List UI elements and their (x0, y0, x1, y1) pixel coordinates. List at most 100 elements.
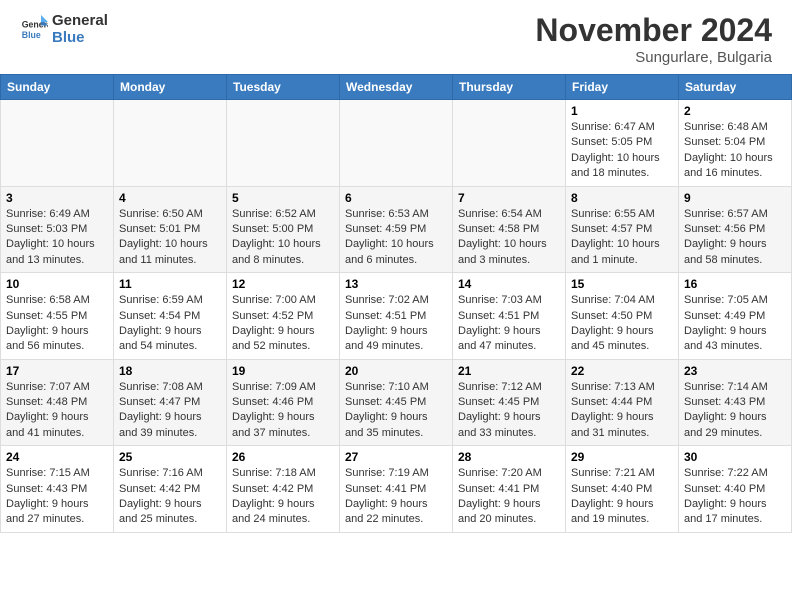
calendar-cell: 2 Sunrise: 6:48 AM Sunset: 5:04 PM Daylig… (679, 100, 792, 187)
day-info: Sunrise: 7:03 AM Sunset: 4:51 PM Dayligh… (458, 293, 560, 355)
calendar-cell: 20Sunrise: 7:10 AM Sunset: 4:45 PM Dayli… (340, 359, 453, 446)
day-number: 13 (345, 277, 447, 291)
calendar-row-0: 1 Sunrise: 6:47 AM Sunset: 5:05 PM Daylig… (1, 100, 792, 187)
day-number: 11 (119, 277, 221, 291)
calendar-cell: 1 Sunrise: 6:47 AM Sunset: 5:05 PM Daylig… (566, 100, 679, 187)
page-header: General Blue General Blue November 2024 … (0, 0, 792, 74)
day-number: 22 (571, 364, 673, 378)
calendar-cell: 5 Sunrise: 6:52 AM Sunset: 5:00 PM Daylig… (227, 186, 340, 273)
calendar-cell: 6 Sunrise: 6:53 AM Sunset: 4:59 PM Daylig… (340, 186, 453, 273)
location: Sungurlare, Bulgaria (535, 49, 772, 66)
day-info: Sunrise: 6:58 AM Sunset: 4:55 PM Dayligh… (6, 293, 108, 355)
day-number: 18 (119, 364, 221, 378)
day-info: Sunrise: 6:49 AM Sunset: 5:03 PM Dayligh… (6, 207, 108, 269)
svg-text:Blue: Blue (22, 30, 41, 40)
logo-icon: General Blue (20, 15, 48, 43)
logo: General Blue General Blue (20, 12, 108, 46)
calendar-cell: 9 Sunrise: 6:57 AM Sunset: 4:56 PM Daylig… (679, 186, 792, 273)
day-info: Sunrise: 7:22 AM Sunset: 4:40 PM Dayligh… (684, 466, 786, 528)
day-info: Sunrise: 6:47 AM Sunset: 5:05 PM Dayligh… (571, 120, 673, 182)
day-number: 2 (684, 104, 786, 118)
day-info: Sunrise: 7:08 AM Sunset: 4:47 PM Dayligh… (119, 380, 221, 442)
day-number: 8 (571, 191, 673, 205)
day-number: 5 (232, 191, 334, 205)
calendar-cell: 28 Sunrise: 7:20 AM Sunset: 4:41 PM Dayli… (453, 446, 566, 533)
day-info: Sunrise: 7:16 AM Sunset: 4:42 PM Dayligh… (119, 466, 221, 528)
weekday-header-sunday: Sunday (1, 75, 114, 100)
calendar-cell: 11 Sunrise: 6:59 AM Sunset: 4:54 PM Dayli… (114, 273, 227, 360)
day-number: 19 (232, 364, 334, 378)
calendar-cell: 26Sunrise: 7:18 AM Sunset: 4:42 PM Dayli… (227, 446, 340, 533)
month-title: November 2024 (535, 12, 772, 49)
calendar-cell: 14 Sunrise: 7:03 AM Sunset: 4:51 PM Dayli… (453, 273, 566, 360)
calendar-cell (340, 100, 453, 187)
calendar-cell: 29Sunrise: 7:21 AM Sunset: 4:40 PM Dayli… (566, 446, 679, 533)
day-number: 21 (458, 364, 560, 378)
calendar-cell (1, 100, 114, 187)
day-number: 1 (571, 104, 673, 118)
calendar-row-2: 10 Sunrise: 6:58 AM Sunset: 4:55 PM Dayli… (1, 273, 792, 360)
day-info: Sunrise: 6:53 AM Sunset: 4:59 PM Dayligh… (345, 207, 447, 269)
day-number: 30 (684, 450, 786, 464)
weekday-header-thursday: Thursday (453, 75, 566, 100)
logo-blue-text: Blue (52, 29, 108, 46)
day-number: 17 (6, 364, 108, 378)
day-info: Sunrise: 7:19 AM Sunset: 4:41 PM Dayligh… (345, 466, 447, 528)
calendar-header-row: SundayMondayTuesdayWednesdayThursdayFrid… (1, 75, 792, 100)
calendar-cell: 27 Sunrise: 7:19 AM Sunset: 4:41 PM Dayli… (340, 446, 453, 533)
day-number: 9 (684, 191, 786, 205)
day-info: Sunrise: 7:10 AM Sunset: 4:45 PM Dayligh… (345, 380, 447, 442)
day-info: Sunrise: 6:52 AM Sunset: 5:00 PM Dayligh… (232, 207, 334, 269)
calendar-cell: 24Sunrise: 7:15 AM Sunset: 4:43 PM Dayli… (1, 446, 114, 533)
day-number: 27 (345, 450, 447, 464)
calendar-row-1: 3Sunrise: 6:49 AM Sunset: 5:03 PM Daylig… (1, 186, 792, 273)
calendar-cell: 13 Sunrise: 7:02 AM Sunset: 4:51 PM Dayli… (340, 273, 453, 360)
day-info: Sunrise: 7:00 AM Sunset: 4:52 PM Dayligh… (232, 293, 334, 355)
day-info: Sunrise: 7:02 AM Sunset: 4:51 PM Dayligh… (345, 293, 447, 355)
calendar-cell: 23 Sunrise: 7:14 AM Sunset: 4:43 PM Dayli… (679, 359, 792, 446)
calendar-cell: 8 Sunrise: 6:55 AM Sunset: 4:57 PM Daylig… (566, 186, 679, 273)
day-number: 28 (458, 450, 560, 464)
calendar-row-3: 17 Sunrise: 7:07 AM Sunset: 4:48 PM Dayli… (1, 359, 792, 446)
day-info: Sunrise: 7:20 AM Sunset: 4:41 PM Dayligh… (458, 466, 560, 528)
calendar-cell: 30 Sunrise: 7:22 AM Sunset: 4:40 PM Dayli… (679, 446, 792, 533)
day-number: 15 (571, 277, 673, 291)
day-number: 23 (684, 364, 786, 378)
day-info: Sunrise: 6:54 AM Sunset: 4:58 PM Dayligh… (458, 207, 560, 269)
calendar-table: SundayMondayTuesdayWednesdayThursdayFrid… (0, 74, 792, 533)
day-info: Sunrise: 6:48 AM Sunset: 5:04 PM Dayligh… (684, 120, 786, 182)
calendar-cell: 15Sunrise: 7:04 AM Sunset: 4:50 PM Dayli… (566, 273, 679, 360)
day-info: Sunrise: 6:50 AM Sunset: 5:01 PM Dayligh… (119, 207, 221, 269)
calendar-cell (114, 100, 227, 187)
day-info: Sunrise: 7:14 AM Sunset: 4:43 PM Dayligh… (684, 380, 786, 442)
calendar-cell: 21Sunrise: 7:12 AM Sunset: 4:45 PM Dayli… (453, 359, 566, 446)
calendar-cell: 17 Sunrise: 7:07 AM Sunset: 4:48 PM Dayli… (1, 359, 114, 446)
calendar-cell: 18 Sunrise: 7:08 AM Sunset: 4:47 PM Dayli… (114, 359, 227, 446)
day-number: 26 (232, 450, 334, 464)
calendar-cell: 25Sunrise: 7:16 AM Sunset: 4:42 PM Dayli… (114, 446, 227, 533)
day-info: Sunrise: 7:07 AM Sunset: 4:48 PM Dayligh… (6, 380, 108, 442)
day-info: Sunrise: 6:55 AM Sunset: 4:57 PM Dayligh… (571, 207, 673, 269)
calendar-cell: 10 Sunrise: 6:58 AM Sunset: 4:55 PM Dayli… (1, 273, 114, 360)
day-info: Sunrise: 6:59 AM Sunset: 4:54 PM Dayligh… (119, 293, 221, 355)
weekday-header-monday: Monday (114, 75, 227, 100)
day-number: 6 (345, 191, 447, 205)
weekday-header-friday: Friday (566, 75, 679, 100)
calendar-cell: 3Sunrise: 6:49 AM Sunset: 5:03 PM Daylig… (1, 186, 114, 273)
day-number: 4 (119, 191, 221, 205)
day-info: Sunrise: 6:57 AM Sunset: 4:56 PM Dayligh… (684, 207, 786, 269)
calendar-cell: 12 Sunrise: 7:00 AM Sunset: 4:52 PM Dayli… (227, 273, 340, 360)
weekday-header-saturday: Saturday (679, 75, 792, 100)
calendar-row-4: 24Sunrise: 7:15 AM Sunset: 4:43 PM Dayli… (1, 446, 792, 533)
day-info: Sunrise: 7:09 AM Sunset: 4:46 PM Dayligh… (232, 380, 334, 442)
weekday-header-tuesday: Tuesday (227, 75, 340, 100)
day-number: 12 (232, 277, 334, 291)
title-block: November 2024 Sungurlare, Bulgaria (535, 12, 772, 66)
calendar-cell: 22Sunrise: 7:13 AM Sunset: 4:44 PM Dayli… (566, 359, 679, 446)
calendar-cell: 7Sunrise: 6:54 AM Sunset: 4:58 PM Daylig… (453, 186, 566, 273)
calendar-cell (453, 100, 566, 187)
day-number: 16 (684, 277, 786, 291)
day-number: 14 (458, 277, 560, 291)
day-number: 10 (6, 277, 108, 291)
weekday-header-wednesday: Wednesday (340, 75, 453, 100)
